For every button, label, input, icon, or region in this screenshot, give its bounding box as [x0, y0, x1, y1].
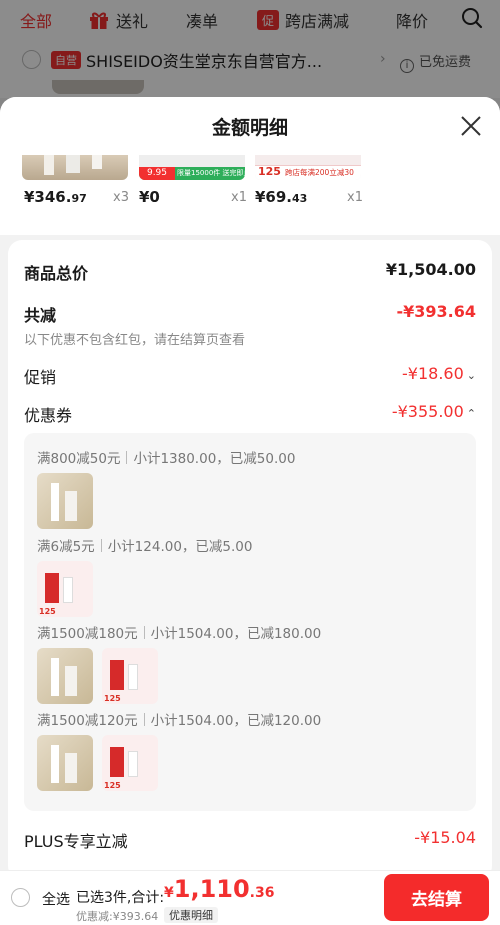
total-label: 商品总价: [24, 264, 89, 283]
promo-toggle[interactable]: -¥18.60 ⌄: [402, 364, 476, 383]
checkout-bar: 全选 已选3件,合计: ¥1,110.36 优惠减:¥393.64 优惠明细 去…: [0, 870, 500, 925]
product-image: 125: [102, 735, 158, 791]
coupon-toggle[interactable]: -¥355.00 ⌃: [392, 402, 476, 421]
total-currency: ¥: [164, 885, 174, 901]
product-banner-number: 125: [258, 165, 281, 178]
price-integer: ¥69.: [255, 188, 293, 206]
coupon-rule-detail: 小计1380.00，已减50.00: [133, 451, 296, 467]
select-all-label[interactable]: 全选: [42, 889, 70, 909]
product-price: ¥0: [139, 188, 160, 206]
coupon-label: 优惠券: [24, 406, 73, 425]
coupon-value: -¥355.00: [391, 402, 464, 421]
reduce-label: 共减: [24, 306, 57, 325]
checkout-button[interactable]: 去结算: [384, 874, 489, 921]
coupon-rule-title: 满6减5元: [37, 539, 95, 555]
promo-value: -¥18.60: [402, 364, 464, 383]
coupon-rule: 满1500减180元 小计1504.00，已减180.00: [37, 622, 321, 642]
coupon-rule-detail: 小计124.00，已减5.00: [107, 539, 253, 555]
product-qty: x1: [231, 190, 247, 205]
product-banner-text: 限量15000件 送完即止: [177, 169, 245, 177]
product-thumbnails: 9.95 限量15000件 送完即止 125 跨店每满200立减30 ¥346.…: [0, 155, 500, 235]
product-banner-number: 125: [104, 694, 121, 703]
product-image: [37, 735, 93, 791]
price-integer: ¥0: [139, 188, 160, 206]
sheet-header: 金额明细: [0, 97, 500, 155]
reduce-value: -¥393.64: [396, 302, 476, 321]
discount-detail-link[interactable]: 优惠明细: [164, 907, 218, 923]
promo-label: 促销: [24, 368, 57, 387]
close-icon[interactable]: [460, 115, 482, 137]
product-banner-number: 125: [39, 607, 56, 616]
coupon-detail-box: 满800减50元 小计1380.00，已减50.00 满6减5元 小计124.00，…: [24, 433, 476, 811]
product-image: 125 跨店每满200立减30: [255, 155, 361, 180]
product-bottle-shape: [65, 491, 77, 521]
coupon-rule-title: 满1500减180元: [37, 626, 138, 642]
total-price: ¥1,110.36: [164, 875, 274, 903]
product-box-shape: [45, 573, 59, 603]
product-tube-shape: [51, 483, 59, 521]
product-box-shape: [110, 747, 124, 777]
select-all-radio[interactable]: [11, 888, 30, 907]
coupon-rule-title: 满1500减120元: [37, 713, 138, 729]
selected-count: 已选3件,合计:: [76, 890, 165, 906]
coupon-rule-detail: 小计1504.00，已减120.00: [150, 713, 322, 729]
product-image: 9.95 限量15000件 送完即止: [139, 155, 245, 180]
plus-value: -¥15.04: [414, 828, 476, 847]
coupon-rule: 满800减50元 小计1380.00，已减50.00: [37, 447, 295, 467]
plus-label: PLUS专享立减: [24, 832, 128, 851]
product-banner-number: 125: [104, 781, 121, 790]
product-image: [22, 155, 128, 180]
price-decimal: 43: [292, 192, 308, 205]
product-banner-text: 跨店每满200立减30: [285, 168, 354, 177]
product-box-shape: [110, 660, 124, 690]
amount-detail-sheet: 金额明细 9.95 限量15000件 送完即止 125 跨店每满200立减30 …: [0, 97, 500, 925]
product-qty: x1: [347, 190, 363, 205]
product-bottle-shape: [65, 753, 77, 783]
product-image: [37, 473, 93, 529]
product-bottle-shape: [128, 664, 138, 690]
product-bottle-shape: [66, 155, 80, 173]
coupon-rule-detail: 小计1504.00，已减180.00: [150, 626, 322, 642]
product-price: ¥69.43: [255, 188, 307, 206]
total-integer: 1,110: [173, 875, 250, 903]
total-decimal: .36: [249, 885, 275, 901]
product-qty: x3: [113, 190, 129, 205]
chevron-down-icon: ⌄: [466, 369, 476, 382]
product-bottle-shape: [92, 155, 102, 169]
price-integer: ¥346.: [24, 188, 72, 206]
product-tube-shape: [44, 155, 54, 175]
total-value: ¥1,504.00: [385, 260, 476, 279]
product-tube-shape: [51, 745, 59, 783]
product-bottle-shape: [65, 666, 77, 696]
product-image: 125: [102, 648, 158, 704]
product-bottle-shape: [63, 577, 73, 603]
reduce-note: 以下优惠不包含红包，请在结算页查看: [24, 333, 246, 348]
product-tube-shape: [51, 658, 59, 696]
product-bottle-shape: [128, 751, 138, 777]
coupon-rule: 满6减5元 小计124.00，已减5.00: [37, 535, 252, 555]
chevron-up-icon: ⌃: [466, 407, 476, 420]
coupon-rule: 满1500减120元 小计1504.00，已减120.00: [37, 709, 321, 729]
product-image: [37, 648, 93, 704]
product-image: 125: [37, 561, 93, 617]
product-banner-price: 9.95: [139, 167, 175, 180]
product-price: ¥346.97: [24, 188, 87, 206]
sheet-title: 金额明细: [211, 117, 288, 139]
coupon-rule-title: 满800减50元: [37, 451, 121, 467]
amount-card: 商品总价 ¥1,504.00 共减 -¥393.64 以下优惠不包含红包，请在结…: [8, 240, 492, 880]
discount-note: 优惠减:¥393.64: [76, 910, 159, 923]
price-decimal: 97: [71, 192, 87, 205]
